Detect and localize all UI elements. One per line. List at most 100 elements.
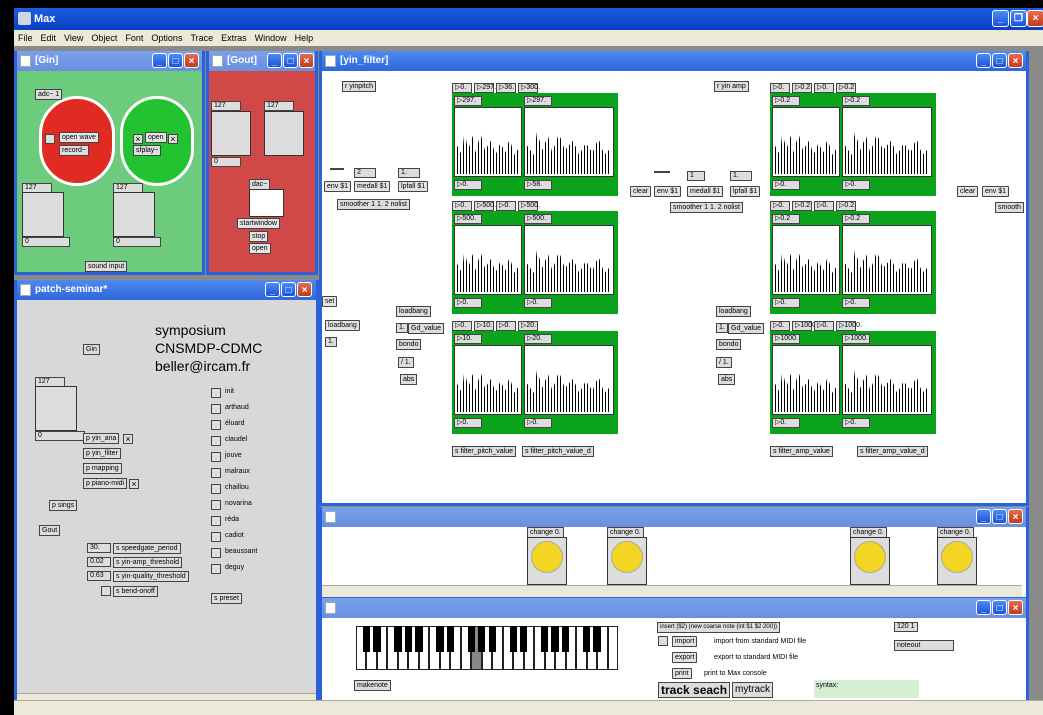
pitch-number-1[interactable]: 1. xyxy=(398,168,420,178)
close-button[interactable]: × xyxy=(1027,10,1043,27)
menu-help[interactable]: Help xyxy=(295,33,314,43)
bend-toggle[interactable] xyxy=(101,586,111,596)
piano-black-key[interactable] xyxy=(415,626,423,652)
midi-minimize-button[interactable]: _ xyxy=(976,600,991,615)
gd-value-object[interactable]: Gd_value xyxy=(408,323,444,334)
send-filter-amp-value[interactable]: s filter_amp_value xyxy=(770,446,833,457)
piano-black-key[interactable] xyxy=(373,626,381,652)
param-value-2[interactable]: 0.63 xyxy=(87,571,111,581)
yin-minimize-button[interactable]: _ xyxy=(976,53,991,68)
p-yin-filter[interactable]: p yin_filter xyxy=(83,448,121,459)
gain-slider-1[interactable] xyxy=(22,192,64,237)
smoother-object[interactable]: smoother 1 1. 2 nolist xyxy=(337,199,410,210)
open-message[interactable]: open xyxy=(145,132,167,143)
makenote-object[interactable]: makenote xyxy=(354,680,391,691)
amp-number-2[interactable]: 1. xyxy=(730,171,752,181)
display-close-button[interactable]: × xyxy=(1008,509,1023,524)
gd-value-object-2[interactable]: Gd_value xyxy=(728,323,764,334)
range-number[interactable]: ▷0. xyxy=(452,201,472,211)
loadbang-object-2[interactable]: loadbang xyxy=(396,306,431,317)
range-number[interactable]: ▷0. xyxy=(814,321,834,331)
midi-close-button[interactable]: × xyxy=(1008,600,1023,615)
min-number[interactable]: ▷0. xyxy=(842,418,870,428)
record-toggle[interactable] xyxy=(45,134,55,144)
range-number[interactable]: ▷36. xyxy=(496,83,516,93)
range-number[interactable]: ▷0. xyxy=(814,83,834,93)
medall-message-2[interactable]: medall $1 xyxy=(687,186,724,197)
display-titlebar[interactable]: _ □ × xyxy=(322,507,1026,527)
range-number[interactable]: ▷0. xyxy=(496,321,516,331)
piano-black-key[interactable] xyxy=(362,626,371,652)
preset-toggle[interactable] xyxy=(211,516,221,526)
amp-one-number[interactable]: 1. xyxy=(716,323,728,333)
piano-black-key[interactable] xyxy=(446,626,454,652)
piano-black-key[interactable] xyxy=(540,626,549,652)
record-object[interactable]: record~ xyxy=(59,145,89,156)
range-number[interactable]: ▷10. xyxy=(474,321,494,331)
piano-keyboard[interactable] xyxy=(356,626,618,670)
gin-maximize-button[interactable]: □ xyxy=(168,53,183,68)
range-number[interactable]: ▷500. xyxy=(474,201,496,211)
min-number[interactable]: ▷0. xyxy=(454,180,482,190)
zero-number-1[interactable]: 0 xyxy=(22,237,70,247)
min-number[interactable]: ▷0. xyxy=(772,298,800,308)
max-number[interactable]: ▷1000. xyxy=(772,334,800,344)
param-send-2[interactable]: s yin-quality_threshold xyxy=(113,571,189,582)
piano-black-key[interactable] xyxy=(561,626,570,652)
play-toggle[interactable]: × xyxy=(133,134,143,144)
menu-font[interactable]: Font xyxy=(125,33,143,43)
preset-toggle[interactable] xyxy=(211,484,221,494)
param-value-1[interactable]: 0.02 xyxy=(87,557,111,567)
min-number[interactable]: ▷0. xyxy=(772,418,800,428)
range-number[interactable]: ▷0. xyxy=(814,201,834,211)
range-number[interactable]: ▷0. xyxy=(770,321,790,331)
max-number[interactable]: ▷1000. xyxy=(842,334,870,344)
range-number[interactable]: ▷20. xyxy=(518,321,538,331)
patch-gain-slider[interactable] xyxy=(35,386,77,431)
range-number[interactable]: ▷0. xyxy=(770,201,790,211)
restore-button[interactable]: ❐ xyxy=(1010,10,1027,27)
s-preset[interactable]: s preset xyxy=(211,593,242,604)
min-number[interactable]: ▷0. xyxy=(842,180,870,190)
gout-object[interactable]: Gout xyxy=(39,525,61,536)
abs-object[interactable]: abs xyxy=(400,374,418,385)
piano-black-key[interactable] xyxy=(488,626,496,652)
out-gain-slider-1[interactable] xyxy=(211,111,251,156)
out-gain-number-1[interactable]: 127 xyxy=(211,101,241,111)
out-gain-number-2[interactable]: 127 xyxy=(264,101,294,111)
min-number[interactable]: ▷0. xyxy=(454,418,482,428)
max-number[interactable]: ▷297. xyxy=(524,96,552,106)
param-value-0[interactable]: 30. xyxy=(87,543,111,553)
track-seach-object[interactable]: track seach xyxy=(658,682,731,698)
range-number[interactable]: ▷500. xyxy=(518,201,540,211)
min-number[interactable]: ▷0. xyxy=(454,298,482,308)
gout-minimize-button[interactable]: _ xyxy=(267,53,282,68)
piano-black-key[interactable] xyxy=(582,626,591,652)
p-piano-midi[interactable]: p piano-midi xyxy=(83,478,128,489)
env-message[interactable]: env $1 xyxy=(324,181,352,192)
midi-titlebar[interactable]: _ □ × xyxy=(322,598,1026,618)
min-number[interactable]: ▷0. xyxy=(524,418,552,428)
menu-view[interactable]: View xyxy=(64,33,83,43)
p-sings[interactable]: p sings xyxy=(49,500,78,511)
minimize-button[interactable]: _ xyxy=(992,10,1009,27)
piano-black-key[interactable] xyxy=(551,626,559,652)
import-bang[interactable] xyxy=(658,636,668,646)
range-number[interactable]: ▷0. xyxy=(452,83,472,93)
amp-number-a[interactable] xyxy=(654,171,670,173)
gd-one-number[interactable]: 1. xyxy=(396,323,408,333)
pitch-number-a[interactable] xyxy=(330,168,344,170)
gin-minimize-button[interactable]: _ xyxy=(152,53,167,68)
mytrack-object[interactable]: mytrack xyxy=(732,682,773,698)
min-number[interactable]: ▷58. xyxy=(524,180,552,190)
menu-file[interactable]: File xyxy=(18,33,33,43)
lpfall-message[interactable]: lpfall $1 xyxy=(398,181,429,192)
max-number[interactable]: ▷0.2 xyxy=(842,214,870,224)
loadbang-object[interactable]: loadbang xyxy=(325,320,360,331)
max-number[interactable]: ▷0.2 xyxy=(772,96,800,106)
send-filter-pitch-value-d[interactable]: s filter_pitch_value_d xyxy=(522,446,594,457)
zero-number-2[interactable]: 0 xyxy=(113,237,161,247)
clear-message[interactable]: clear xyxy=(630,186,652,197)
menu-edit[interactable]: Edit xyxy=(41,33,57,43)
sfplay-object[interactable]: sfplay~ xyxy=(133,145,162,156)
